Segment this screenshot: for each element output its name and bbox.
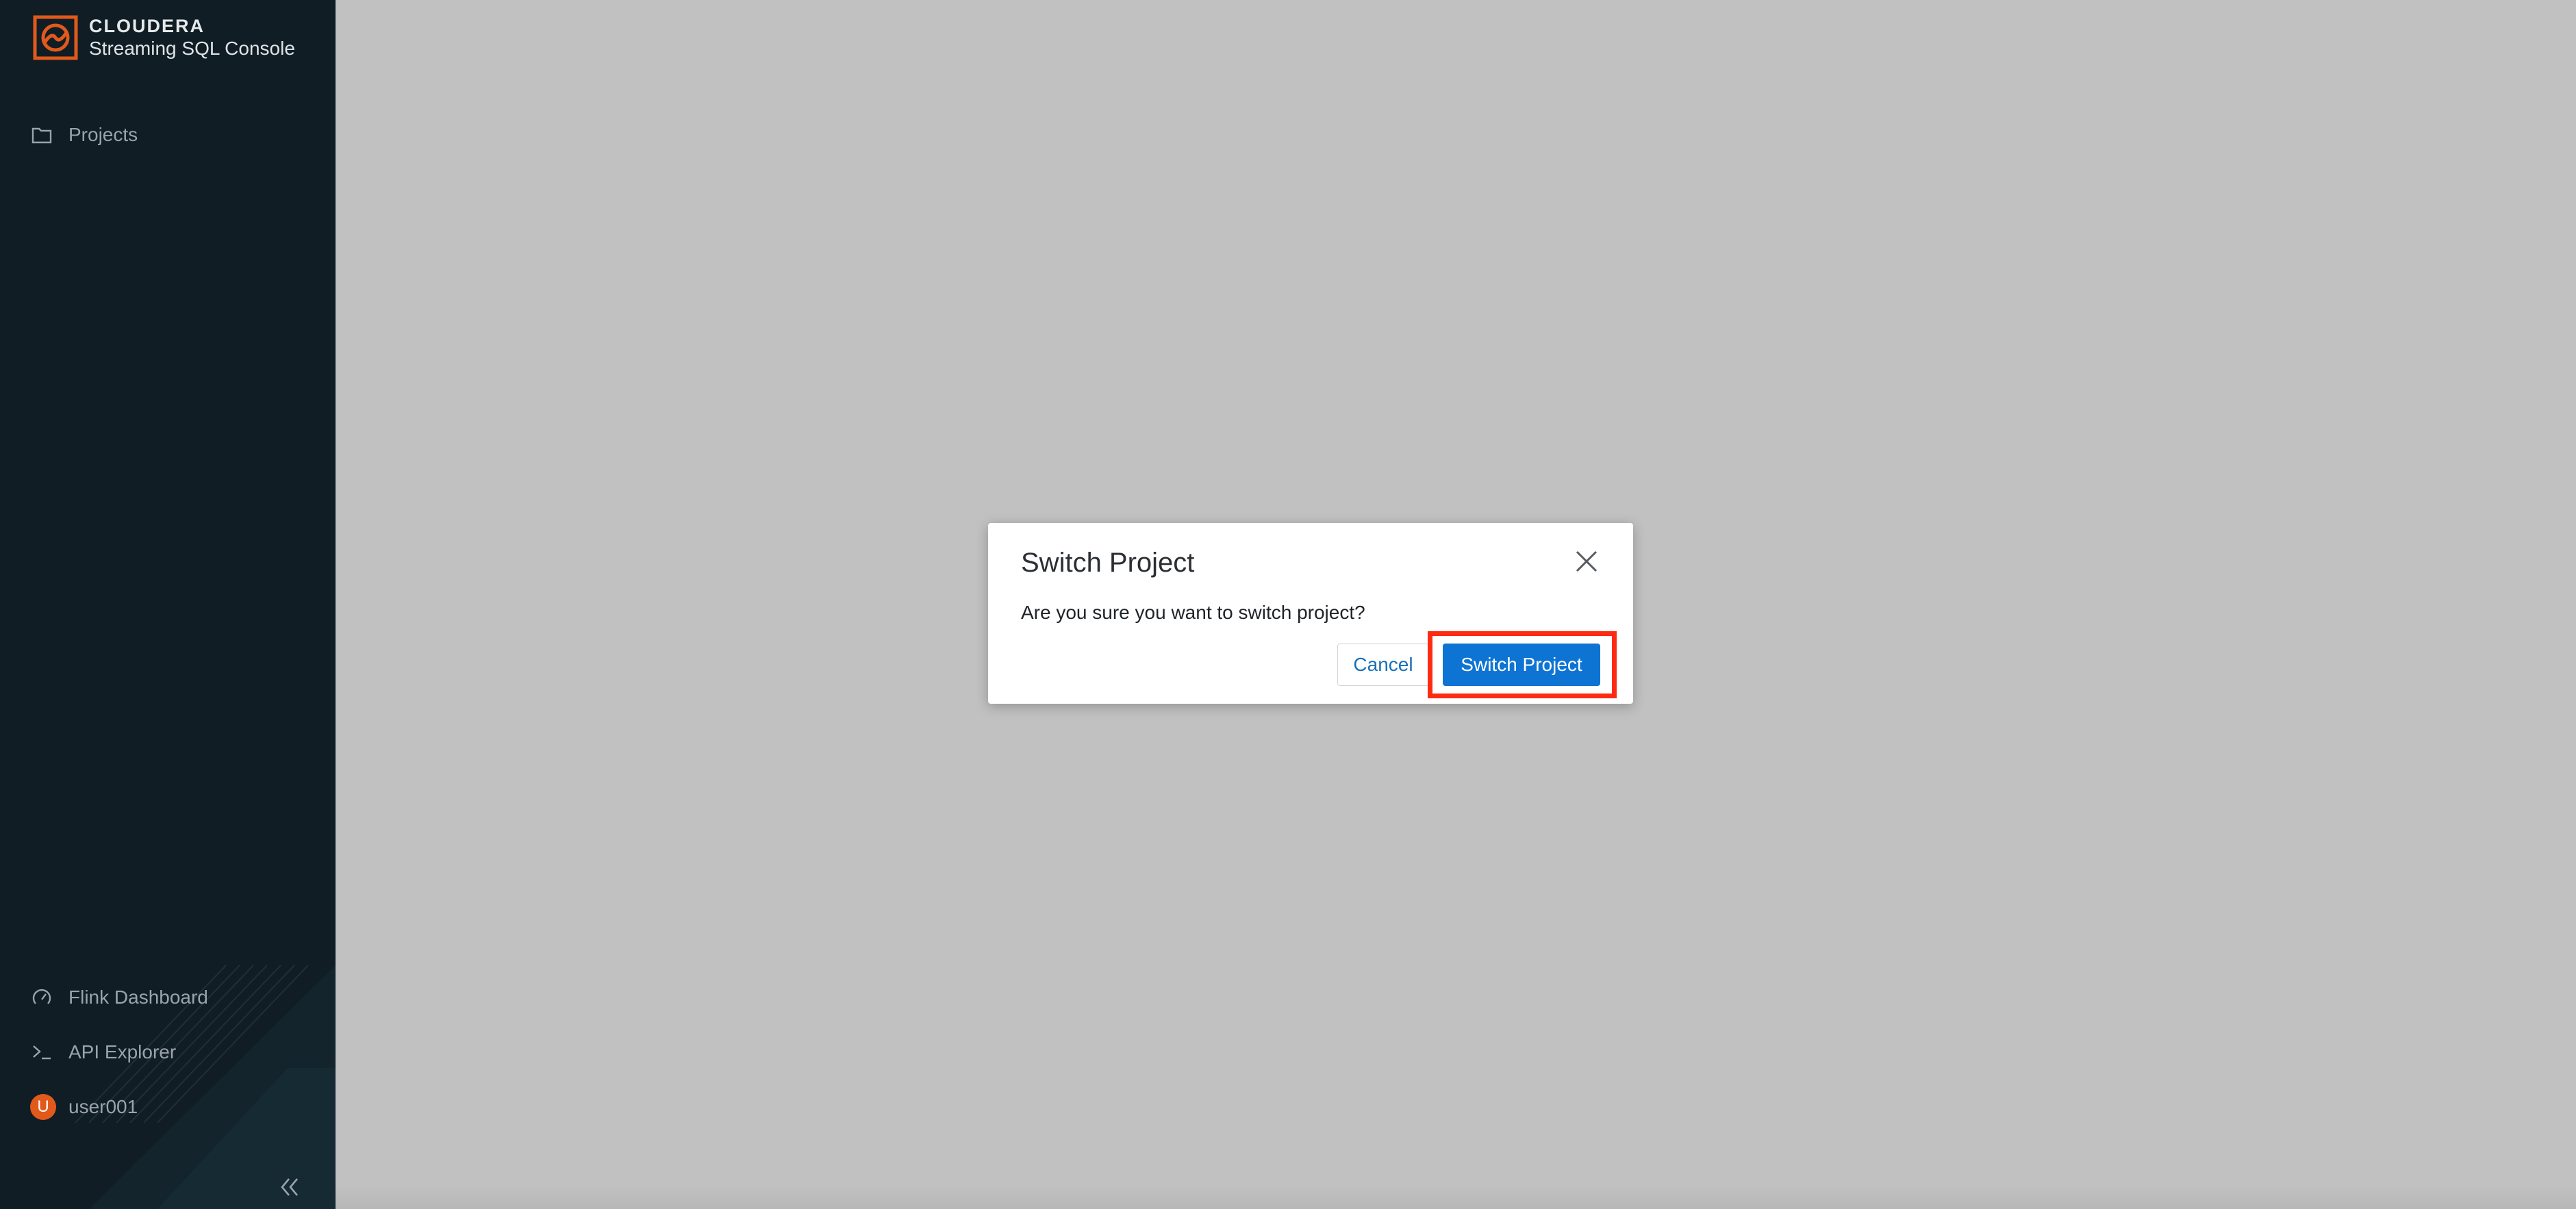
dialog-title: Switch Project <box>1021 548 1195 578</box>
brand-name: CLOUDERA <box>89 16 205 36</box>
brand[interactable]: CLOUDERA Streaming SQL Console <box>33 15 295 60</box>
sidebar-item-flink-dashboard[interactable]: Flink Dashboard <box>30 978 208 1017</box>
folder-icon <box>30 123 53 147</box>
sidebar-item-projects[interactable]: Projects <box>30 116 138 154</box>
main-area-shadow <box>336 1184 2576 1209</box>
switch-project-dialog: Switch Project Are you sure you want to … <box>988 523 1633 704</box>
dialog-message: Are you sure you want to switch project? <box>1021 602 1365 623</box>
product-name: Streaming SQL Console <box>89 38 295 59</box>
double-chevron-left-icon <box>281 1178 298 1196</box>
sidebar-item-label: Projects <box>68 124 138 145</box>
cloudera-logo-icon <box>33 15 78 60</box>
sidebar-decoration <box>75 965 336 1209</box>
close-icon <box>1576 550 1598 572</box>
dialog-close-button[interactable] <box>1571 546 1602 576</box>
user-name: user001 <box>68 1096 138 1117</box>
sidebar-item-label: API Explorer <box>68 1041 177 1062</box>
sidebar-item-api-explorer[interactable]: API Explorer <box>30 1033 176 1071</box>
terminal-icon <box>30 1041 53 1064</box>
sidebar-item-label: Flink Dashboard <box>68 987 208 1008</box>
cancel-button[interactable]: Cancel <box>1337 644 1429 686</box>
sidebar: CLOUDERA Streaming SQL Console Projects … <box>0 0 336 1209</box>
highlight-box <box>1428 631 1617 698</box>
gauge-icon <box>30 986 53 1009</box>
avatar: U <box>30 1094 56 1120</box>
collapse-sidebar-button[interactable] <box>274 1172 304 1202</box>
sidebar-item-user[interactable]: U user001 <box>30 1088 138 1126</box>
